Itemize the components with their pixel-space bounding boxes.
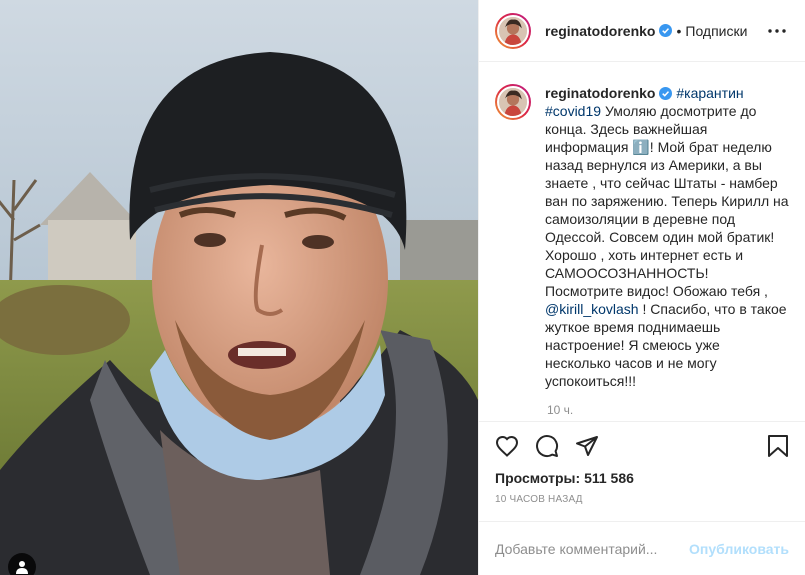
views-number: 511 586 xyxy=(584,470,634,486)
publish-button[interactable]: Опубликовать xyxy=(689,541,789,557)
caption-avatar[interactable] xyxy=(495,84,531,120)
post-side-panel: reginatodorenko • Подписки reginatodoren… xyxy=(478,0,805,575)
caption-timestamp: 10 ч. xyxy=(547,403,574,417)
video-frame xyxy=(0,0,478,575)
post-video[interactable] xyxy=(0,0,478,575)
separator-dot: • xyxy=(676,22,682,39)
post-header: reginatodorenko • Подписки xyxy=(479,0,805,62)
mention-link[interactable]: @kirill_kovlash xyxy=(545,301,639,317)
avatar[interactable] xyxy=(495,12,531,49)
hashtag-link[interactable]: #карантин xyxy=(676,85,743,101)
caption-text: Умоляю досмотрите до конца. Здесь важней… xyxy=(545,103,789,299)
like-icon[interactable] xyxy=(495,426,535,466)
more-options-icon[interactable] xyxy=(765,19,789,43)
comment-icon[interactable] xyxy=(535,426,575,466)
views-label: Просмотры: xyxy=(495,470,581,486)
verified-badge-icon xyxy=(659,24,673,37)
caption-username[interactable]: reginatodorenko xyxy=(545,85,655,101)
instagram-post: reginatodorenko • Подписки reginatodoren… xyxy=(0,0,805,575)
username-link[interactable]: reginatodorenko xyxy=(545,23,655,39)
bookmark-icon[interactable] xyxy=(749,426,789,466)
share-icon[interactable] xyxy=(575,426,615,466)
caption-verified-badge-icon xyxy=(659,87,673,100)
caption-body: reginatodorenko #карантин #covid19 Умоля… xyxy=(545,84,789,390)
following-button[interactable]: Подписки xyxy=(685,23,747,39)
actions-section: Просмотры: 511 586 10 часов назад xyxy=(479,421,805,521)
comment-input[interactable] xyxy=(495,540,690,557)
caption: reginatodorenko #карантин #covid19 Умоля… xyxy=(495,84,789,390)
tagged-users-icon[interactable] xyxy=(8,553,36,575)
post-time-ago[interactable]: 10 часов назад xyxy=(495,494,789,521)
add-comment-bar: Опубликовать xyxy=(479,521,805,575)
comments-area: reginatodorenko #карантин #covid19 Умоля… xyxy=(479,62,805,421)
hashtag-link[interactable]: #covid19 xyxy=(545,103,601,119)
view-count: Просмотры: 511 586 xyxy=(495,470,789,486)
action-bar xyxy=(495,422,789,470)
